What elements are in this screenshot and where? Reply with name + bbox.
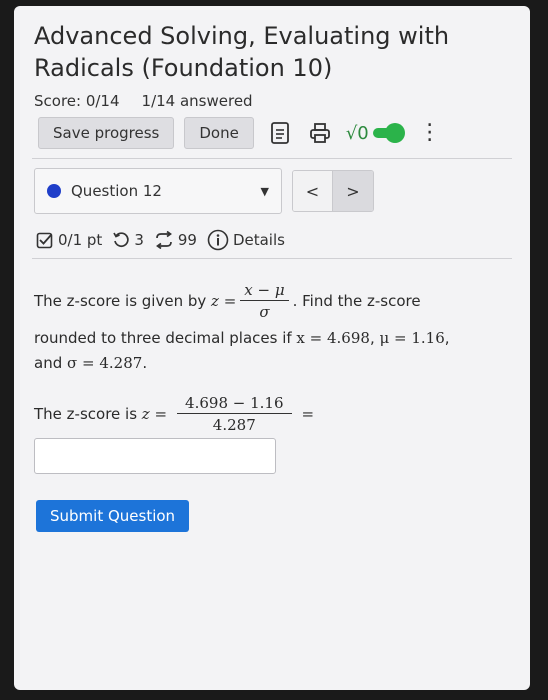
details-link[interactable]: Details bbox=[233, 231, 285, 249]
previous-question-button[interactable]: < bbox=[293, 171, 333, 211]
question-meta: 0/1 pt 3 99 Details bbox=[36, 228, 285, 252]
answered-count: 1/14 answered bbox=[141, 92, 253, 110]
attempts-icon bbox=[154, 231, 174, 249]
zscore-formula: x − μ σ bbox=[240, 280, 289, 323]
caret-down-icon: ▼ bbox=[260, 184, 269, 198]
points-checkbox-icon bbox=[36, 231, 54, 249]
answer-input[interactable] bbox=[34, 438, 276, 474]
question-text: The z-score is given by z = x − μ σ . Fi… bbox=[34, 280, 450, 373]
math-keyboard-toggle[interactable]: √0 bbox=[345, 122, 405, 144]
score-row: Score: 0/14 1/14 answered bbox=[34, 92, 253, 110]
question-select[interactable]: Question 12 ▼ bbox=[34, 168, 282, 214]
answer-expression: The z-score is z = 4.698 − 1.16 4.287 = bbox=[34, 384, 314, 444]
and-text: and bbox=[34, 354, 63, 372]
page-title: Advanced Solving, Evaluating with Radica… bbox=[34, 22, 450, 82]
question-line2: rounded to three decimal places if bbox=[34, 329, 292, 347]
answer-denominator: 4.287 bbox=[212, 415, 256, 434]
question-status-dot bbox=[47, 184, 61, 198]
print-icon[interactable] bbox=[306, 119, 334, 147]
attempts-count: 99 bbox=[177, 231, 197, 249]
formula-numerator: x − μ bbox=[240, 280, 289, 301]
more-options-icon[interactable]: ⋮ bbox=[419, 122, 441, 144]
sqrt-icon: √0 bbox=[345, 122, 369, 144]
answer-equals: = bbox=[301, 405, 315, 423]
question-select-label: Question 12 bbox=[71, 182, 162, 200]
question-intro: The z-score is given by bbox=[34, 291, 207, 310]
document-icon[interactable] bbox=[266, 119, 294, 147]
toggle-switch[interactable] bbox=[372, 123, 405, 143]
period: . bbox=[142, 354, 148, 372]
sigma-value: σ = 4.287 bbox=[67, 354, 143, 372]
retry-icon bbox=[112, 231, 130, 249]
question-instruction: . Find the z-score bbox=[292, 291, 421, 310]
toggle-knob bbox=[384, 123, 405, 143]
divider bbox=[32, 258, 512, 259]
done-button[interactable]: Done bbox=[184, 117, 254, 149]
answer-fraction: 4.698 − 1.16 4.287 bbox=[177, 393, 292, 436]
submit-question-button[interactable]: Submit Question bbox=[36, 500, 190, 532]
score-text: Score: 0/14 bbox=[34, 92, 120, 110]
answer-z-variable: z = bbox=[141, 405, 168, 423]
z-variable: z = bbox=[211, 291, 237, 310]
answer-label: The z-score is bbox=[34, 405, 138, 423]
formula-denominator: σ bbox=[259, 302, 270, 321]
question-nav: < > bbox=[292, 170, 374, 212]
points-text: 0/1 pt bbox=[58, 231, 103, 249]
next-question-button[interactable]: > bbox=[333, 171, 373, 211]
divider bbox=[32, 158, 512, 159]
toolbar: Save progress Done √0 ⋮ bbox=[38, 116, 518, 150]
retries-count: 3 bbox=[134, 231, 144, 249]
screen: Advanced Solving, Evaluating with Radica… bbox=[14, 6, 530, 690]
answer-numerator: 4.698 − 1.16 bbox=[177, 393, 292, 414]
save-progress-button[interactable]: Save progress bbox=[38, 117, 175, 149]
x-value: x = 4.698 bbox=[296, 329, 370, 347]
mu-value: μ = 1.16 bbox=[379, 329, 445, 347]
info-icon[interactable] bbox=[207, 229, 229, 251]
